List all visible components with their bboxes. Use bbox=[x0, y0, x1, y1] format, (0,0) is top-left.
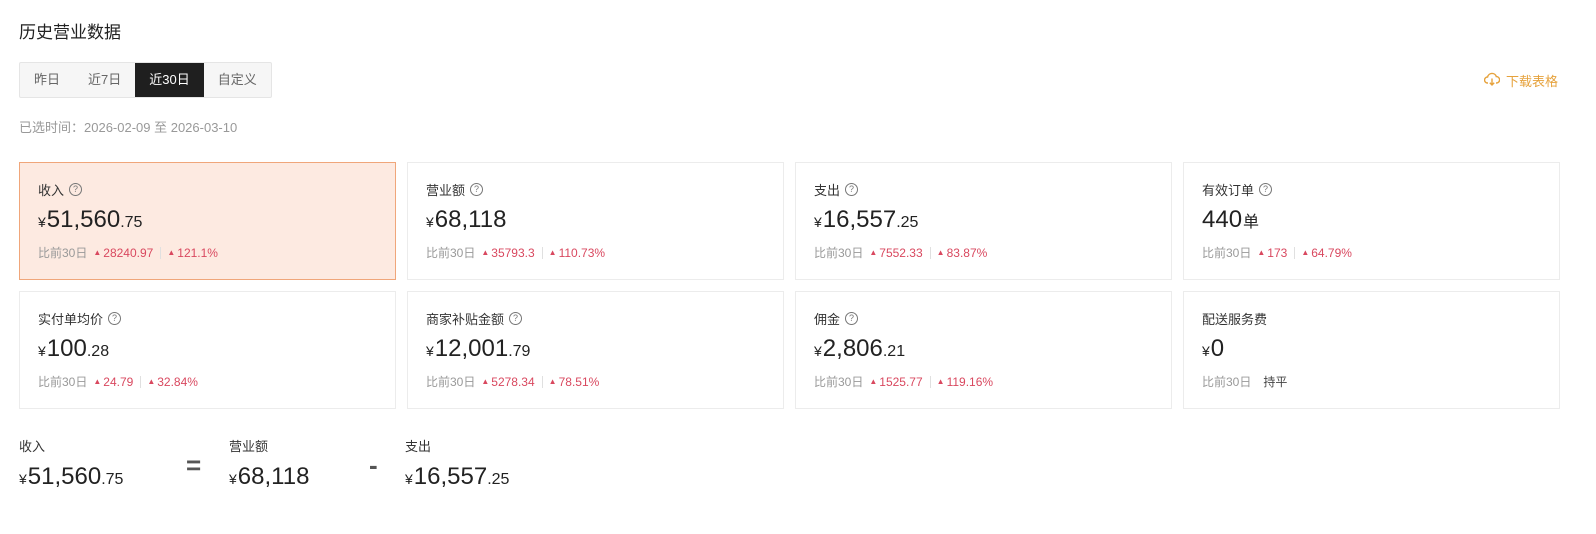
metric-compare: 比前30日 持平 bbox=[1202, 375, 1288, 389]
metric-card-delivery-fee[interactable]: 配送服务费 ¥0 比前30日 持平 bbox=[1183, 291, 1560, 409]
metric-compare: 比前30日 ▲ 7552.33 ▲ 83.87% bbox=[814, 245, 988, 261]
up-arrow-icon: ▲ bbox=[93, 377, 102, 386]
delta-value: ▲ 28240.97 bbox=[93, 245, 154, 260]
download-table-button[interactable]: 下载表格 bbox=[1483, 71, 1558, 90]
metric-card-valid-orders[interactable]: 有效订单? 440 单 比前30日 ▲ 173 ▲ 64.79% bbox=[1183, 162, 1560, 280]
up-arrow-icon: ▲ bbox=[167, 248, 176, 257]
up-arrow-icon: ▲ bbox=[481, 377, 490, 386]
delta-percent: ▲ 121.1% bbox=[167, 245, 218, 260]
metric-card-revenue[interactable]: 营业额? ¥68,118 比前30日 ▲ 35793.3 ▲ 110.73% bbox=[407, 162, 784, 280]
metric-compare: 比前30日 ▲ 28240.97 ▲ 121.1% bbox=[38, 245, 218, 261]
up-arrow-icon: ▲ bbox=[147, 377, 156, 386]
up-arrow-icon: ▲ bbox=[548, 377, 557, 386]
metric-card-commission[interactable]: 佣金? ¥2,806.21 比前30日 ▲ 1525.77 ▲ 119.16% bbox=[795, 291, 1172, 409]
help-icon[interactable]: ? bbox=[470, 182, 484, 196]
formula-income: 收入 ¥51,560.75 bbox=[19, 439, 124, 490]
delta-value: ▲ 5278.34 bbox=[481, 374, 535, 389]
tab-last-30-days[interactable]: 近30日 bbox=[135, 63, 204, 97]
up-arrow-icon: ▲ bbox=[548, 248, 557, 257]
delta-value: ▲ 7552.33 bbox=[869, 245, 923, 260]
delta-percent: ▲ 83.87% bbox=[936, 245, 988, 260]
metrics-grid: 收入? ¥51,560.75 比前30日 ▲ 28240.97 ▲ 121.1% 营业额… bbox=[19, 162, 1560, 409]
metric-card-merchant-subsidy[interactable]: 商家补贴金额? ¥12,001.79 比前30日 ▲ 5278.34 ▲ 78.51% bbox=[407, 291, 784, 409]
up-arrow-icon: ▲ bbox=[1257, 248, 1266, 257]
formula-revenue: 营业额 ¥68,118 bbox=[229, 439, 310, 490]
selected-range: 已选时间：2026-02-09 至 2026-03-10 bbox=[19, 120, 238, 135]
metric-value: 440 单 bbox=[1202, 206, 1260, 233]
formula-minus: - bbox=[369, 450, 378, 480]
help-icon[interactable]: ? bbox=[509, 311, 523, 325]
delta-value: ▲ 173 bbox=[1257, 245, 1288, 260]
delta-percent: ▲ 78.51% bbox=[548, 374, 600, 389]
metric-label: 实付单均价 bbox=[38, 311, 104, 327]
metric-compare: 比前30日 ▲ 35793.3 ▲ 110.73% bbox=[426, 245, 606, 261]
delta-value: ▲ 1525.77 bbox=[869, 374, 923, 389]
metric-label: 收入 bbox=[38, 182, 65, 198]
up-arrow-icon: ▲ bbox=[869, 248, 878, 257]
help-icon[interactable]: ? bbox=[845, 311, 859, 325]
metric-compare: 比前30日 ▲ 24.79 ▲ 32.84% bbox=[38, 374, 198, 390]
up-arrow-icon: ▲ bbox=[481, 248, 490, 257]
delta-value: ▲ 35793.3 bbox=[481, 245, 535, 260]
metric-value: ¥2,806.21 bbox=[814, 335, 906, 362]
help-icon[interactable]: ? bbox=[845, 182, 859, 196]
metric-value: ¥16,557.25 bbox=[814, 206, 919, 233]
delta-percent: ▲ 64.79% bbox=[1301, 245, 1352, 260]
tab-yesterday[interactable]: 昨日 bbox=[20, 63, 74, 97]
up-arrow-icon: ▲ bbox=[936, 377, 945, 386]
formula-expense: 支出 ¥16,557.25 bbox=[405, 439, 510, 490]
metric-value: ¥51,560.75 bbox=[38, 206, 143, 233]
metric-compare: 比前30日 ▲ 5278.34 ▲ 78.51% bbox=[426, 374, 600, 390]
page-title: 历史营业数据 bbox=[19, 23, 121, 42]
metric-value: ¥100.28 bbox=[38, 335, 110, 362]
formula-equals: = bbox=[186, 450, 202, 480]
metric-label: 有效订单 bbox=[1202, 182, 1255, 198]
up-arrow-icon: ▲ bbox=[936, 248, 945, 257]
metric-label: 支出 bbox=[814, 182, 841, 198]
metric-value: ¥68,118 bbox=[426, 206, 507, 233]
date-range-tabs: 昨日 近7日 近30日 自定义 bbox=[19, 62, 272, 98]
help-icon[interactable]: ? bbox=[69, 182, 83, 196]
delta-percent: ▲ 32.84% bbox=[147, 374, 198, 389]
metric-label: 商家补贴金额 bbox=[426, 311, 505, 327]
delta-percent: ▲ 119.16% bbox=[936, 374, 994, 389]
up-arrow-icon: ▲ bbox=[869, 377, 878, 386]
metric-label: 营业额 bbox=[426, 182, 466, 198]
metric-value: ¥0 bbox=[1202, 335, 1225, 362]
metric-card-income[interactable]: 收入? ¥51,560.75 比前30日 ▲ 28240.97 ▲ 121.1% bbox=[19, 162, 396, 280]
cloud-download-icon bbox=[1483, 72, 1506, 89]
help-icon[interactable]: ? bbox=[108, 311, 122, 325]
tab-last-7-days[interactable]: 近7日 bbox=[74, 63, 135, 97]
delta-percent: ▲ 110.73% bbox=[548, 245, 606, 260]
flat-indicator: 持平 bbox=[1263, 375, 1288, 389]
metric-card-avg-price[interactable]: 实付单均价? ¥100.28 比前30日 ▲ 24.79 ▲ 32.84% bbox=[19, 291, 396, 409]
help-icon[interactable]: ? bbox=[1259, 182, 1273, 196]
income-formula: 收入 ¥51,560.75 = 营业额 ¥68,118 - 支出 ¥16,557… bbox=[19, 436, 579, 492]
metric-label: 佣金 bbox=[814, 311, 841, 327]
up-arrow-icon: ▲ bbox=[1301, 248, 1310, 257]
metric-compare: 比前30日 ▲ 1525.77 ▲ 119.16% bbox=[814, 374, 994, 390]
metric-card-expense[interactable]: 支出? ¥16,557.25 比前30日 ▲ 7552.33 ▲ 83.87% bbox=[795, 162, 1172, 280]
metric-label: 配送服务费 bbox=[1202, 311, 1268, 327]
up-arrow-icon: ▲ bbox=[93, 248, 102, 257]
tab-custom[interactable]: 自定义 bbox=[204, 63, 271, 97]
delta-value: ▲ 24.79 bbox=[93, 374, 134, 389]
metric-compare: 比前30日 ▲ 173 ▲ 64.79% bbox=[1202, 245, 1352, 261]
download-label: 下载表格 bbox=[1505, 74, 1558, 89]
metric-value: ¥12,001.79 bbox=[426, 335, 531, 362]
